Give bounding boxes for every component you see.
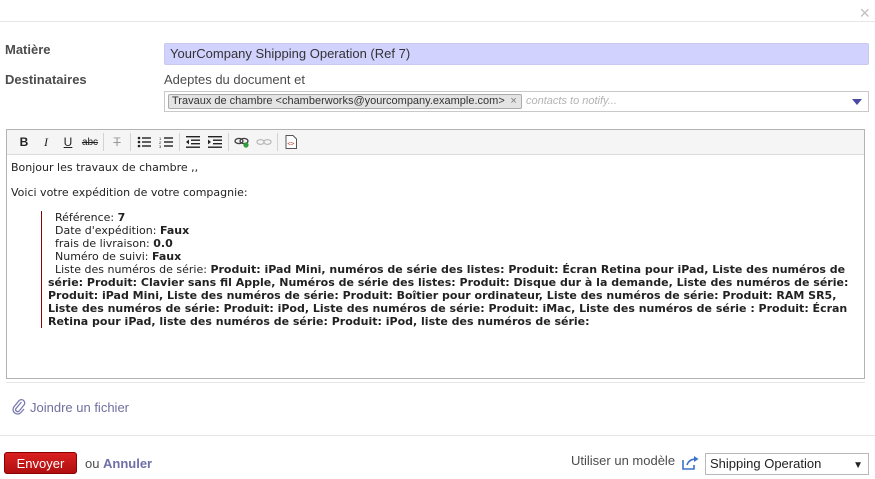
select-arrow-icon: ▼ <box>853 460 863 471</box>
recipient-tag: Travaux de chambre <chamberworks@yourcom… <box>168 94 522 109</box>
svg-text:3: 3 <box>159 144 162 148</box>
toolbar-divider <box>277 133 278 151</box>
footer-divider <box>0 435 875 436</box>
editor-content[interactable]: Bonjour les travaux de chambre ,, Voici … <box>7 155 864 334</box>
svg-text:<>: <> <box>287 141 295 148</box>
numbered-list-icon[interactable]: 123 <box>155 132 177 152</box>
external-link-icon[interactable] <box>682 456 699 470</box>
template-select-value: Shipping Operation <box>710 456 822 471</box>
recipients-input[interactable]: Travaux de chambre <chamberworks@yourcom… <box>164 91 869 112</box>
editor-toolbar: B I U abc T 123 <> <box>7 130 864 155</box>
italic-button[interactable]: I <box>35 132 57 152</box>
paperclip-icon <box>12 399 26 415</box>
attach-file-button[interactable]: Joindre un fichier <box>12 399 129 415</box>
editor-bottom-divider <box>6 382 865 383</box>
template-select[interactable]: Shipping Operation ▼ <box>705 453 869 475</box>
bullet-list-icon[interactable] <box>133 132 155 152</box>
recipients-placeholder: contacts to notify... <box>526 95 617 107</box>
delivery-fee-line: frais de livraison: 0.0 <box>55 237 173 250</box>
followers-text: Adeptes du document et <box>164 72 305 87</box>
ship-date-line: Date d'expédition: Faux <box>55 224 190 237</box>
toolbar-divider <box>130 133 131 151</box>
clear-format-button[interactable]: T <box>106 132 128 152</box>
unlink-icon[interactable] <box>253 132 275 152</box>
tracking-line: Numéro de suivi: Faux <box>55 250 182 263</box>
dropdown-arrow-icon[interactable] <box>852 99 862 105</box>
greeting-text: Bonjour les travaux de chambre ,, <box>11 161 199 174</box>
link-icon[interactable] <box>231 132 253 152</box>
toolbar-divider <box>228 133 229 151</box>
toolbar-divider <box>179 133 180 151</box>
cancel-link[interactable]: Annuler <box>103 456 152 471</box>
strikethrough-button[interactable]: abc <box>79 132 101 152</box>
toolbar-divider <box>103 133 104 151</box>
indent-icon[interactable] <box>204 132 226 152</box>
close-icon[interactable]: × <box>859 4 870 22</box>
template-label: Utiliser un modèle <box>571 453 676 468</box>
attach-file-label: Joindre un fichier <box>30 399 129 415</box>
header-divider <box>0 21 875 22</box>
serials-line: Liste des numéros de série: Produit: iPa… <box>48 263 849 328</box>
bold-button[interactable]: B <box>13 132 35 152</box>
outdent-icon[interactable] <box>182 132 204 152</box>
recipients-label: Destinataires <box>5 72 87 87</box>
subject-input[interactable]: YourCompany Shipping Operation (Ref 7) <box>164 43 869 65</box>
or-text: ou <box>85 456 100 471</box>
recipient-tag-label: Travaux de chambre <chamberworks@yourcom… <box>172 95 505 107</box>
subject-label: Matière <box>5 42 51 57</box>
source-code-icon[interactable]: <> <box>280 132 302 152</box>
shipping-details-quote: Référence: 7 Date d'expédition: Faux fra… <box>41 211 860 328</box>
send-button[interactable]: Envoyer <box>4 452 77 474</box>
underline-button[interactable]: U <box>57 132 79 152</box>
reference-line: Référence: 7 <box>55 211 126 224</box>
remove-tag-icon[interactable]: × <box>510 95 516 108</box>
intro-text: Voici votre expédition de votre compagni… <box>11 186 248 199</box>
body-editor[interactable]: B I U abc T 123 <> Bonjour les travaux d… <box>6 129 865 379</box>
